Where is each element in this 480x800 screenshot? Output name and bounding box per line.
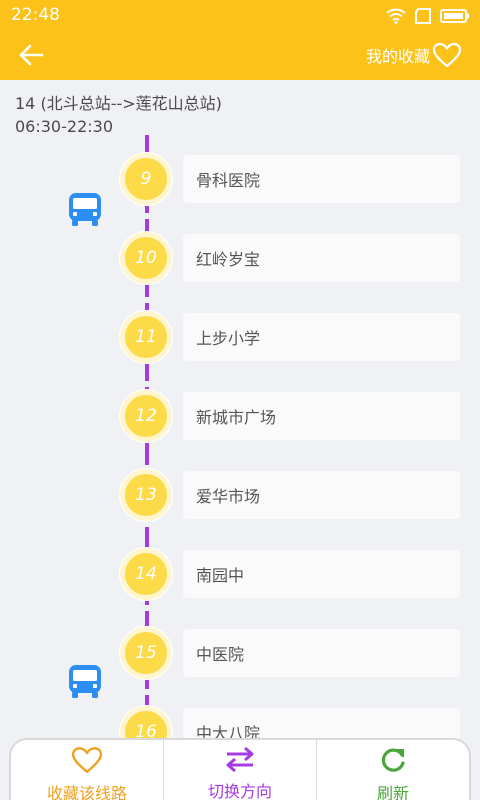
stop-item[interactable]: 14 南园中 — [0, 534, 480, 600]
stop-name[interactable]: 新城市广场 — [183, 392, 460, 440]
refresh-button[interactable]: 刷新 — [316, 740, 469, 800]
refresh-label: 刷新 — [376, 784, 409, 800]
stop-number: 15 — [120, 627, 172, 679]
back-button[interactable] — [14, 40, 48, 70]
stop-item[interactable]: 13 爱华市场 — [0, 455, 480, 521]
sim-icon — [415, 8, 431, 24]
back-arrow-icon — [19, 44, 44, 66]
refresh-icon — [381, 748, 405, 772]
status-icons — [386, 6, 470, 26]
stop-number: 16 — [120, 706, 172, 740]
stop-item[interactable]: 12 新城市广场 — [0, 376, 480, 442]
status-bar: 22:48 — [0, 0, 480, 30]
heart-icon — [71, 747, 103, 773]
stop-number: 10 — [120, 232, 172, 284]
wifi-icon — [386, 8, 406, 24]
stop-name[interactable]: 红岭岁宝 — [183, 234, 460, 282]
route-name: 14 (北斗总站-->莲花山总站) — [15, 94, 222, 113]
switch-direction-label: 切换方向 — [207, 782, 272, 800]
stop-number: 13 — [120, 469, 172, 521]
favorite-route-button[interactable]: 收藏该线路 — [11, 740, 163, 800]
app-bar: 我的收藏 — [0, 30, 480, 80]
stop-number: 14 — [120, 548, 172, 600]
stop-name[interactable]: 上步小学 — [183, 313, 460, 361]
stop-item[interactable]: 11 上步小学 — [0, 297, 480, 363]
stop-name[interactable]: 爱华市场 — [183, 471, 460, 519]
swap-arrows-icon — [226, 746, 254, 772]
bus-icon[interactable] — [68, 664, 102, 700]
stop-name[interactable]: 骨科医院 — [183, 155, 460, 203]
stop-name[interactable]: 南园中 — [183, 550, 460, 598]
bottom-action-bar: 收藏该线路 切换方向 刷新 — [9, 738, 471, 800]
switch-direction-button[interactable]: 切换方向 — [163, 740, 316, 800]
stop-name[interactable]: 中医院 — [183, 629, 460, 677]
stop-name[interactable]: 中大八院 — [183, 708, 460, 740]
heart-icon — [432, 42, 462, 68]
my-favorites-button[interactable]: 我的收藏 — [366, 39, 462, 71]
bus-icon[interactable] — [68, 192, 102, 228]
route-info: 14 (北斗总站-->莲花山总站) 06:30-22:30 — [15, 92, 222, 138]
my-favorites-label: 我的收藏 — [365, 47, 430, 66]
stop-item[interactable]: 9 骨科医院 — [0, 139, 480, 205]
stop-number: 12 — [120, 390, 172, 442]
favorite-route-label: 收藏该线路 — [46, 784, 127, 800]
stop-number: 9 — [120, 153, 172, 205]
battery-icon — [440, 9, 469, 23]
stop-list[interactable]: 9 骨科医院 10 红岭岁宝 11 上步小学 12 新城市广场 13 爱华市场 … — [0, 135, 480, 740]
stop-number: 11 — [120, 311, 172, 363]
status-time: 22:48 — [11, 5, 60, 25]
